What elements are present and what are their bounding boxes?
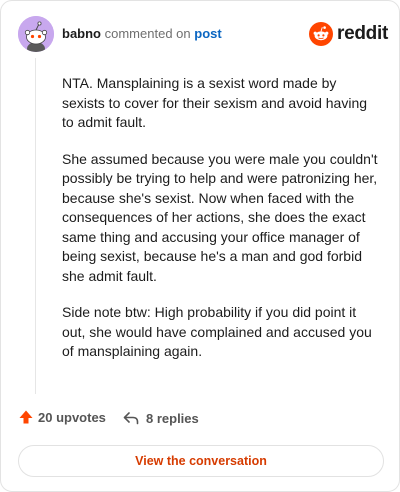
reddit-brand[interactable]: reddit	[309, 20, 388, 48]
comment-actions: 20 upvotes 8 replies	[18, 409, 388, 433]
thread-line	[35, 58, 36, 394]
comment-meta: babno commented on post	[62, 26, 222, 41]
comment-body: NTA. Mansplaining is a sexist word made …	[62, 74, 382, 379]
comment-card: babno commented on post reddit NTA. Mans…	[0, 0, 400, 492]
replies-button[interactable]: 8 replies	[122, 409, 199, 427]
reddit-wordmark: reddit	[337, 23, 388, 44]
post-link[interactable]: post	[194, 26, 221, 41]
comment-paragraph: Side note btw: High probability if you d…	[62, 304, 372, 359]
reply-arrow-icon	[123, 412, 139, 425]
comment-header: babno commented on post reddit	[18, 16, 388, 52]
upvote-arrow-icon	[19, 410, 33, 424]
avatar[interactable]	[18, 16, 54, 52]
upvote-count: 20 upvotes	[38, 409, 106, 425]
upvote-button[interactable]: 20 upvotes	[18, 409, 106, 425]
avatar-snoo-icon	[18, 16, 54, 52]
replies-count: 8 replies	[146, 410, 199, 426]
comment-paragraph: She assumed because you were male you co…	[62, 150, 378, 284]
commented-on-text: commented on	[104, 26, 191, 41]
username-link[interactable]: babno	[62, 26, 101, 41]
reddit-logo-icon	[309, 22, 334, 46]
view-conversation-button[interactable]: View the conversation	[18, 445, 384, 477]
comment-paragraph: NTA. Mansplaining is a sexist word made …	[62, 75, 368, 130]
